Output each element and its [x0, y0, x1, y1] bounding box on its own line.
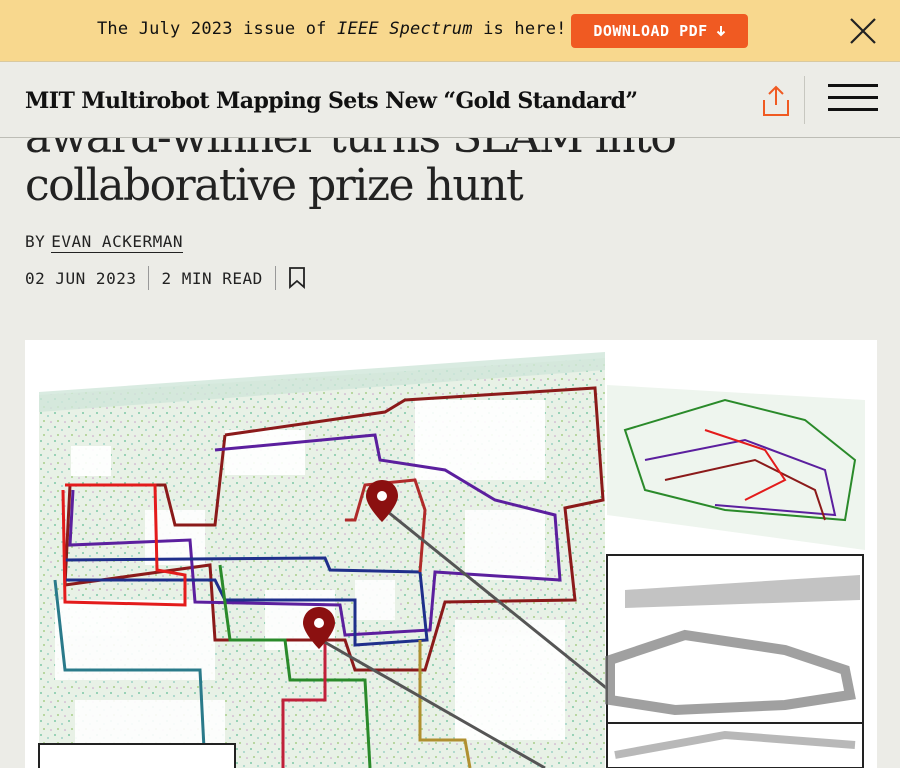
- multirobot-map-illustration: [38, 352, 865, 768]
- article-meta: 02 JUN 2023 2 MIN READ: [25, 266, 306, 290]
- meta-divider: [274, 266, 276, 290]
- promo-text-start: The July 2023 issue of: [97, 19, 338, 39]
- nav-divider: [804, 76, 805, 124]
- download-pdf-button[interactable]: DOWNLOAD PDF: [571, 14, 748, 48]
- meta-divider: [148, 266, 150, 290]
- read-time: 2 MIN READ: [161, 268, 263, 288]
- promo-text: The July 2023 issue of IEEE Spectrum is …: [97, 19, 567, 39]
- share-icon[interactable]: [760, 84, 792, 118]
- down-arrow-icon: [716, 26, 725, 37]
- byline-prefix: BY: [25, 232, 46, 251]
- download-pdf-label: DOWNLOAD PDF: [593, 22, 708, 40]
- close-icon[interactable]: [848, 16, 878, 46]
- sticky-header: MIT Multirobot Mapping Sets New “Gold St…: [0, 62, 900, 138]
- promo-magazine-name: IEEE Spectrum: [337, 19, 473, 39]
- article-hero-image: [25, 340, 877, 768]
- publish-date: 02 JUN 2023: [25, 268, 137, 288]
- hamburger-menu-icon[interactable]: [828, 84, 878, 116]
- bookmark-icon[interactable]: [288, 267, 306, 289]
- promo-text-end: is here!: [472, 19, 567, 39]
- page-title: MIT Multirobot Mapping Sets New “Gold St…: [25, 88, 638, 114]
- promo-banner: The July 2023 issue of IEEE Spectrum is …: [0, 0, 900, 62]
- headline-line-2: collaborative prize hunt: [25, 160, 524, 211]
- author-link[interactable]: EVAN ACKERMAN: [51, 232, 183, 253]
- byline: BY EVAN ACKERMAN: [25, 232, 183, 253]
